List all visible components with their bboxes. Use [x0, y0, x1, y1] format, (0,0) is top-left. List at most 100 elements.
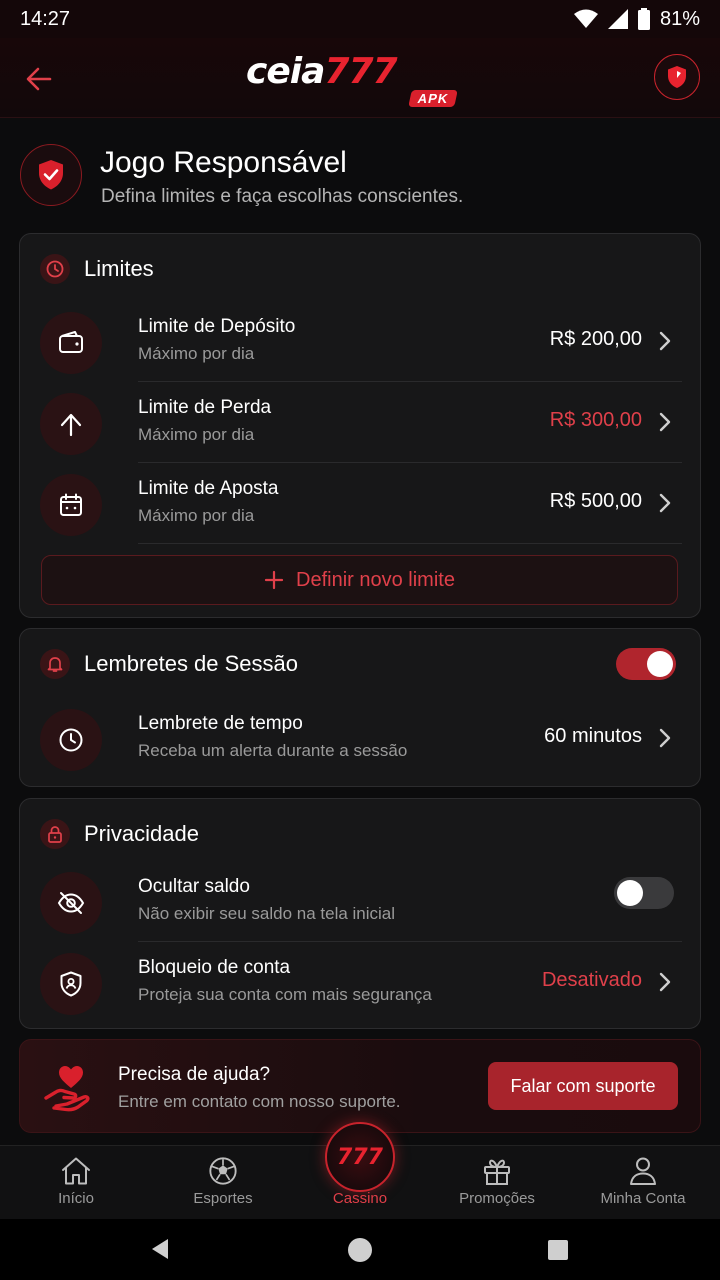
row-divider	[138, 462, 682, 463]
time-reminder-label: Lembrete de tempo	[138, 713, 303, 734]
heart-hand-icon	[44, 1066, 90, 1112]
session-title: Lembretes de Sessão	[84, 651, 299, 676]
loss-limit-value: R$ 300,00	[549, 409, 642, 431]
help-subtitle: Entre em contato com nosso suporte.	[118, 1092, 401, 1111]
toggle-knob	[647, 651, 673, 677]
nav-account[interactable]: Minha Conta	[571, 1146, 715, 1220]
wifi-icon	[573, 9, 598, 28]
arrow-left-icon	[26, 67, 52, 91]
add-limit-button[interactable]: Definir novo limite	[41, 555, 678, 605]
loss-limit-row[interactable]: Limite de Perda Máximo por dia R$ 300,00	[40, 383, 682, 463]
nav-sports-label: Esportes	[193, 1190, 253, 1207]
deposit-limit-label: Limite de Depósito	[138, 316, 296, 337]
soccer-ball-icon	[209, 1157, 237, 1185]
chevron-right-icon	[659, 331, 671, 351]
help-card: Precisa de ajuda? Entre em contato com n…	[19, 1039, 701, 1133]
session-header: Lembretes de Sessão	[40, 649, 298, 679]
gift-icon	[484, 1159, 510, 1185]
chevron-right-icon	[659, 972, 671, 992]
nav-home-label: Início	[58, 1190, 94, 1207]
nav-account-label: Minha Conta	[600, 1190, 686, 1207]
row-divider	[138, 381, 682, 382]
privacy-card: Privacidade Ocultar saldo Não exibir seu…	[19, 798, 701, 1029]
hide-balance-sub: Não exibir seu saldo na tela inicial	[138, 904, 396, 923]
account-lock-sub: Proteja sua conta com mais segurança	[138, 985, 432, 1004]
account-lock-row[interactable]: Bloqueio de conta Proteja sua conta com …	[40, 943, 682, 1023]
battery-level: 81%	[659, 7, 700, 30]
hide-balance-label: Ocultar saldo	[138, 876, 250, 897]
recents-square-icon[interactable]	[547, 1239, 569, 1261]
status-bar: 14:27 81%	[0, 0, 720, 38]
row-divider	[138, 941, 682, 942]
nav-home[interactable]: Início	[4, 1146, 148, 1220]
bet-limit-sub: Máximo por dia	[138, 506, 255, 525]
page-subtitle: Defina limites e faça escolhas conscient…	[101, 186, 464, 207]
limits-card: Limites Limite de Depósito Máximo por di…	[19, 233, 701, 618]
logo-main: ceia	[246, 51, 325, 92]
status-time: 14:27	[20, 7, 71, 30]
hide-balance-row: Ocultar saldo Não exibir seu saldo na te…	[40, 862, 682, 942]
logo-number: 777	[324, 51, 397, 92]
account-lock-label: Bloqueio de conta	[138, 957, 291, 978]
privacy-title: Privacidade	[84, 821, 199, 846]
chevron-right-icon	[659, 493, 671, 513]
shield-icon	[668, 66, 686, 88]
session-card: Lembretes de Sessão Lembrete de tempo Re…	[19, 628, 701, 787]
clock-icon	[40, 709, 102, 771]
brand-logo: ceia777 APK	[246, 52, 476, 112]
privacy-header: Privacidade	[40, 819, 199, 849]
row-divider	[138, 543, 682, 544]
user-icon	[630, 1157, 656, 1185]
limits-title: Limites	[84, 256, 154, 281]
app-header: ceia777 APK	[0, 38, 720, 118]
nav-sports[interactable]: Esportes	[151, 1146, 295, 1220]
time-reminder-row[interactable]: Lembrete de tempo Receba um alerta duran…	[40, 699, 682, 779]
page-title: Jogo Responsável	[100, 146, 347, 179]
arrow-up-icon	[40, 393, 102, 455]
clock-icon	[40, 254, 70, 284]
responsible-gaming-icon	[20, 144, 82, 206]
nav-promotions[interactable]: Promoções	[425, 1146, 569, 1220]
lock-icon	[40, 819, 70, 849]
limits-header: Limites	[40, 254, 154, 284]
shield-button[interactable]	[654, 54, 700, 100]
nav-casino-label: Cassino	[332, 1190, 388, 1207]
shield-user-icon	[40, 953, 102, 1015]
deposit-limit-value: R$ 200,00	[549, 328, 642, 350]
help-title: Precisa de ajuda?	[118, 1064, 271, 1085]
system-navigation-bar	[0, 1219, 720, 1280]
deposit-limit-sub: Máximo por dia	[138, 344, 255, 363]
loss-limit-label: Limite de Perda	[138, 397, 272, 418]
status-icons: 81%	[573, 7, 700, 31]
casino-777-button[interactable]: 777	[325, 1122, 395, 1192]
back-button[interactable]	[18, 58, 60, 100]
nav-promotions-label: Promoções	[459, 1190, 535, 1207]
bottom-navigation: Início Esportes Cassino 777 Promoções Mi…	[0, 1122, 720, 1220]
bet-limit-value: R$ 500,00	[549, 490, 642, 512]
battery-icon	[637, 8, 650, 30]
loss-limit-sub: Máximo por dia	[138, 425, 255, 444]
wallet-icon	[40, 312, 102, 374]
logo-text: ceia777	[246, 51, 398, 92]
eye-off-icon	[40, 872, 102, 934]
bet-limit-row[interactable]: Limite de Aposta Máximo por dia R$ 500,0…	[40, 464, 682, 544]
bell-icon	[40, 649, 70, 679]
toggle-knob	[617, 880, 643, 906]
contact-support-button[interactable]: Falar com suporte	[488, 1062, 678, 1110]
deposit-limit-row[interactable]: Limite de Depósito Máximo por dia R$ 200…	[40, 302, 682, 382]
add-limit-label: Definir novo limite	[296, 568, 455, 591]
time-reminder-sub: Receba um alerta durante a sessão	[138, 741, 408, 760]
plus-icon	[264, 570, 284, 590]
calendar-icon	[40, 474, 102, 536]
signal-icon	[607, 9, 628, 29]
hide-balance-toggle[interactable]	[614, 877, 674, 909]
back-triangle-icon[interactable]	[148, 1237, 172, 1261]
logo-badge: APK	[408, 90, 459, 107]
chevron-right-icon	[659, 728, 671, 748]
home-circle-icon[interactable]	[347, 1237, 373, 1263]
time-reminder-value: 60 minutos	[544, 725, 642, 747]
session-reminder-toggle[interactable]	[616, 648, 676, 680]
bet-limit-label: Limite de Aposta	[138, 478, 279, 499]
shield-check-icon	[39, 160, 63, 190]
chevron-right-icon	[659, 412, 671, 432]
